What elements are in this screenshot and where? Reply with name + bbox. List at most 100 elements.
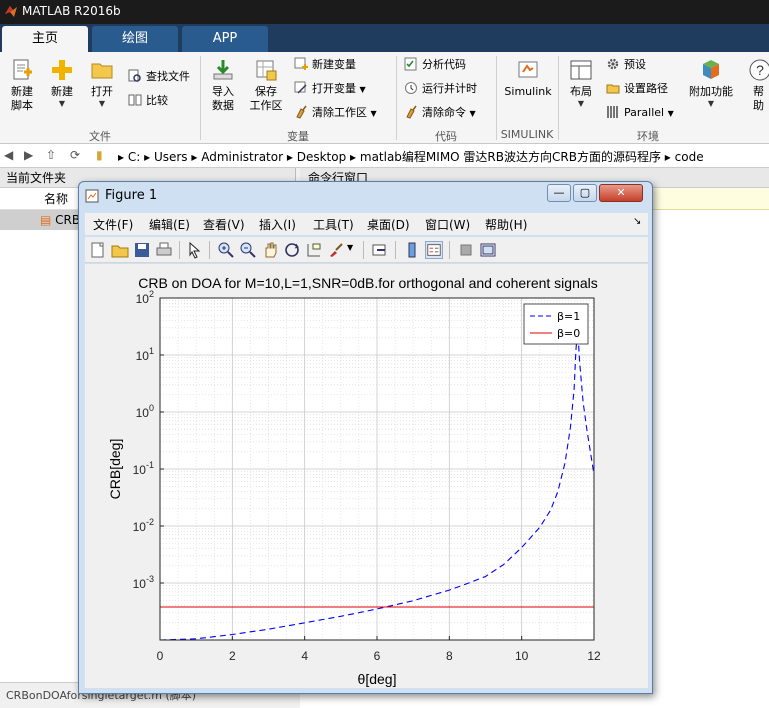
plus-icon [52,60,72,80]
insert-colorbar-icon[interactable] [403,241,421,259]
new-variable-icon [294,57,308,70]
menu-overflow-icon[interactable]: ↘ [633,216,641,227]
simulink-label: Simulink [504,85,552,98]
broom-icon [406,105,417,119]
breadcrumb-item[interactable]: Desktop [297,150,347,164]
tab-apps[interactable]: APP [182,26,268,52]
breadcrumb-item[interactable]: C: [128,150,140,164]
new-figure-icon[interactable] [89,241,107,259]
new-button[interactable]: 新建 ▼ [46,58,78,109]
y-axis-label: CRB[deg] [107,439,123,500]
menu-file[interactable]: 文件(F) [93,216,133,233]
legend-entry: β=0 [557,327,580,340]
tab-plots[interactable]: 绘图 [92,26,178,52]
pan-hand-icon[interactable] [261,241,279,259]
minimize-button[interactable]: — [547,184,571,202]
clear-commands-button[interactable]: 清除命令 ▼ [404,104,476,123]
breadcrumb-item[interactable]: Users [154,150,188,164]
breadcrumb-separator: ▸ [118,150,128,164]
find-files-button[interactable]: 查找文件 [128,68,190,86]
parallel-label: Parallel [624,106,665,119]
new-label: 新建 [51,85,73,98]
clear-workspace-button[interactable]: 清除工作区 ▼ [294,104,377,123]
zoom-in-icon[interactable] [217,241,235,259]
breadcrumb-separator: ▸ [664,150,675,164]
chevron-down-icon[interactable]: ▼ [347,243,353,252]
data-cursor-icon[interactable] [305,241,323,259]
x-tick-label: 8 [446,649,453,663]
open-variable-label: 打开变量 [312,82,356,95]
addons-label: 附加功能 [689,85,733,98]
x-axis-label: θ[deg] [358,671,397,687]
set-path-button[interactable]: 设置路径 [606,80,668,98]
menu-tools[interactable]: 工具(T) [313,216,354,233]
chart-title: CRB on DOA for M=10,L=1,SNR=0dB.for orth… [138,275,598,291]
maximize-button[interactable]: ▢ [573,184,597,202]
new-script-label: 新建 脚本 [11,85,33,112]
rotate-3d-icon[interactable] [283,241,301,259]
insert-legend-icon[interactable] [425,241,443,259]
addons-button[interactable]: 附加功能 ▼ [686,58,736,109]
folder-open-icon [91,63,113,79]
svg-text:?: ? [756,62,764,78]
crb-plot[interactable]: CRB on DOA for M=10,L=1,SNR=0dB.for orth… [85,264,648,688]
back-arrow-icon[interactable]: ◀ [4,148,13,162]
breadcrumb-item[interactable]: code [675,150,704,164]
brush-icon[interactable] [327,241,345,259]
new-variable-button[interactable]: 新建变量 [294,56,356,74]
compare-button[interactable]: 比较 [128,92,168,110]
open-variable-button[interactable]: 打开变量 ▼ [294,80,366,99]
chevron-down-icon: ▼ [58,99,66,108]
preferences-label: 预设 [624,58,646,71]
layout-icon [570,60,592,80]
up-folder-icon[interactable]: ⇧ [46,148,56,162]
menu-edit[interactable]: 编辑(E) [149,216,190,233]
menu-window[interactable]: 窗口(W) [425,216,470,233]
open-file-icon[interactable] [111,241,129,259]
save-workspace-button[interactable]: 保存 工作区 [246,58,286,113]
layout-button[interactable]: 布局 ▼ [564,58,598,109]
analyze-code-button[interactable]: 分析代码 [404,56,466,74]
menu-help[interactable]: 帮助(H) [485,216,527,233]
breadcrumb-item[interactable]: matlab编程MIMO 雷达RB波达方向CRB方面的源码程序 [360,150,661,164]
y-tick-label: 101 [136,346,154,363]
preferences-button[interactable]: 预设 [606,56,646,74]
save-icon[interactable] [133,241,151,259]
open-button[interactable]: 打开 ▼ [86,58,118,109]
layout-label: 布局 [570,85,592,98]
menu-desktop[interactable]: 桌面(D) [367,216,410,233]
import-data-icon [213,60,233,80]
legend[interactable]: β=1β=0 [523,303,589,345]
addons-icon [703,60,719,79]
print-icon[interactable] [155,241,173,259]
simulink-button[interactable]: Simulink [502,58,554,99]
menu-insert[interactable]: 插入(I) [259,216,296,233]
help-button[interactable]: ? 帮助 [748,58,769,113]
app-title-bar: MATLAB R2016b [0,0,769,24]
run-and-time-button[interactable]: 运行并计时 [404,80,477,98]
forward-arrow-icon[interactable]: ▶ [24,148,33,162]
close-button[interactable]: ✕ [599,184,643,202]
run-and-time-icon [405,82,417,94]
hide-plot-tools-icon[interactable] [457,241,475,259]
parallel-icon [607,106,618,118]
breadcrumb-item[interactable]: Administrator [201,150,283,164]
run-and-time-label: 运行并计时 [422,82,477,95]
toolbar-divider [449,241,450,259]
tab-home[interactable]: 主页 [2,26,88,52]
zoom-out-icon[interactable] [239,241,257,259]
parallel-button[interactable]: Parallel ▼ [606,104,674,123]
new-script-button[interactable]: 新建 脚本 [4,58,40,113]
import-data-button[interactable]: 导入 数据 [206,58,240,113]
help-label: 帮助 [753,85,764,112]
figure-icon [85,189,99,203]
address-bar: ◀ ▶ ⇧ ⟳ ▮ ▸ C: ▸ Users ▸ Administrator ▸… [0,144,769,168]
file-icon: ▤ [40,213,56,227]
browse-folder-icon[interactable]: ⟳ [70,148,80,162]
pointer-icon[interactable] [185,241,203,259]
breadcrumb-separator: ▸ [144,150,154,164]
link-plot-icon[interactable] [371,241,389,259]
menu-view[interactable]: 查看(V) [203,216,245,233]
open-label: 打开 [91,85,113,98]
show-plot-tools-icon[interactable] [479,241,497,259]
